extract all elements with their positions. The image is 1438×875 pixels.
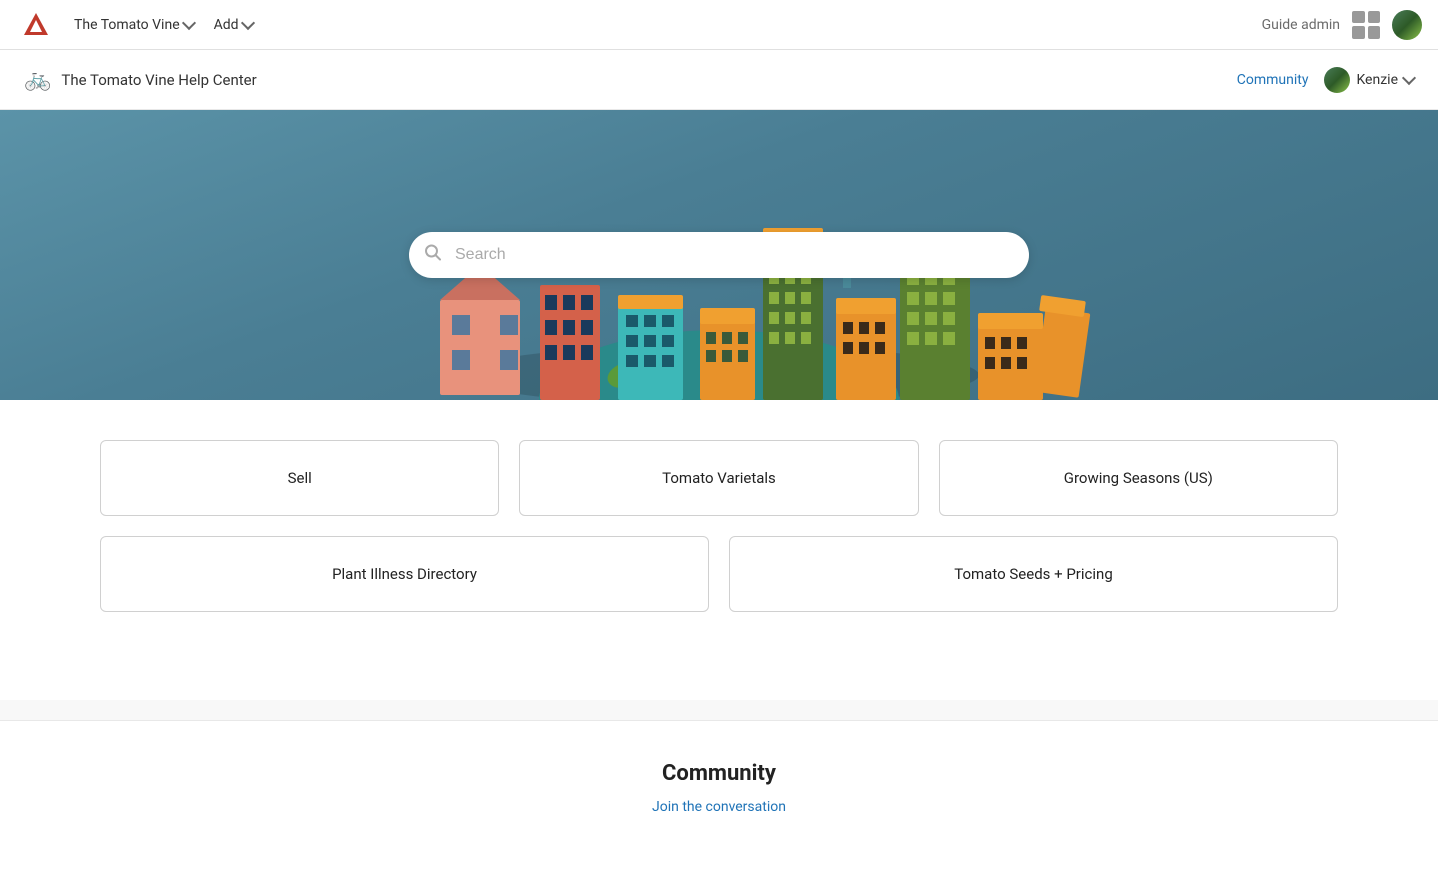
search-input[interactable] <box>409 232 1029 278</box>
brand-logo-icon <box>22 11 50 39</box>
bike-icon: 🚲 <box>24 67 51 92</box>
user-avatar-small <box>1324 67 1350 93</box>
community-section: Community Join the conversation <box>0 720 1438 875</box>
category-sell[interactable]: Sell <box>100 440 499 516</box>
user-chevron-icon <box>1402 71 1416 85</box>
brand-chevron-icon <box>182 16 196 30</box>
community-title: Community <box>100 761 1338 786</box>
user-dropdown[interactable]: Kenzie <box>1324 67 1414 93</box>
brand-label: The Tomato Vine <box>74 17 180 33</box>
category-tomato-seeds[interactable]: Tomato Seeds + Pricing <box>729 536 1338 612</box>
category-growing-seasons[interactable]: Growing Seasons (US) <box>939 440 1338 516</box>
sub-nav-right: Community Kenzie <box>1237 67 1414 93</box>
add-label: Add <box>214 17 239 33</box>
community-link[interactable]: Community <box>1237 72 1309 88</box>
hero-banner <box>0 110 1438 400</box>
category-row-1: Sell Tomato Varietals Growing Seasons (U… <box>100 440 1338 516</box>
user-avatar[interactable] <box>1392 10 1422 40</box>
top-nav-left: The Tomato Vine Add <box>16 5 263 45</box>
join-conversation-link[interactable]: Join the conversation <box>652 799 786 815</box>
logo-box[interactable] <box>16 5 56 45</box>
add-dropdown[interactable]: Add <box>204 11 263 39</box>
grid-icon[interactable] <box>1352 11 1380 39</box>
category-plant-illness[interactable]: Plant Illness Directory <box>100 536 709 612</box>
add-chevron-icon <box>240 16 254 30</box>
search-icon <box>424 244 442 267</box>
brand-dropdown[interactable]: The Tomato Vine <box>64 11 204 39</box>
user-name-label: Kenzie <box>1356 72 1398 88</box>
search-wrapper <box>409 232 1029 278</box>
top-nav: The Tomato Vine Add Guide admin <box>0 0 1438 50</box>
category-tomato-varietals[interactable]: Tomato Varietals <box>519 440 918 516</box>
help-center-title: The Tomato Vine Help Center <box>61 71 256 89</box>
sub-nav: 🚲 The Tomato Vine Help Center Community … <box>0 50 1438 110</box>
help-center-logo: 🚲 The Tomato Vine Help Center <box>24 67 257 92</box>
top-nav-right: Guide admin <box>1262 10 1422 40</box>
main-content: Sell Tomato Varietals Growing Seasons (U… <box>0 400 1438 700</box>
guide-admin-button[interactable]: Guide admin <box>1262 17 1340 33</box>
category-row-2: Plant Illness Directory Tomato Seeds + P… <box>100 536 1338 612</box>
